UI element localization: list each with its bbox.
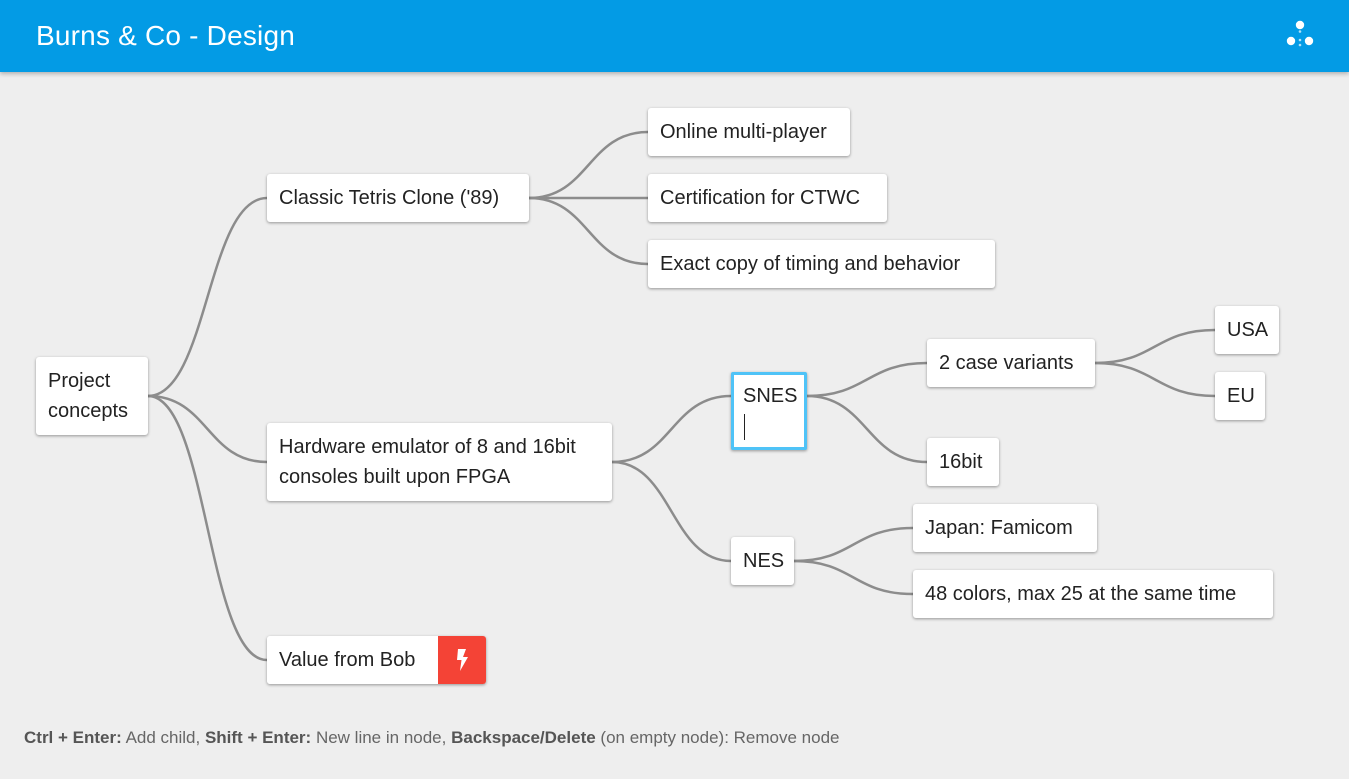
connector-case-usa bbox=[1094, 328, 1216, 365]
connector-root-bob bbox=[147, 394, 268, 662]
node-16bit[interactable]: 16bit bbox=[927, 438, 999, 486]
connector-snes-16bit bbox=[806, 394, 928, 464]
node-certification[interactable]: Certification for CTWC bbox=[648, 174, 887, 222]
connector-nes-colors bbox=[793, 559, 914, 596]
node-tetris[interactable]: Classic Tetris Clone ('89) bbox=[267, 174, 529, 222]
connector-tetris-online bbox=[528, 130, 649, 200]
connector-root-tetris bbox=[147, 196, 268, 398]
bolt-icon[interactable] bbox=[438, 636, 486, 684]
node-case-variants[interactable]: 2 case variants bbox=[927, 339, 1095, 387]
text-caret bbox=[744, 413, 745, 440]
connector-case-eu bbox=[1094, 361, 1216, 398]
hint-remove-key: Backspace/Delete bbox=[451, 728, 596, 747]
node-root[interactable]: Project concepts bbox=[36, 357, 148, 435]
node-online-multiplayer[interactable]: Online multi-player bbox=[648, 108, 850, 156]
app-title: Burns & Co - Design bbox=[36, 20, 296, 51]
node-48-colors[interactable]: 48 colors, max 25 at the same time bbox=[913, 570, 1273, 618]
node-nes[interactable]: NES bbox=[731, 537, 794, 585]
mindmap-canvas[interactable]: Project concepts Classic Tetris Clone ('… bbox=[0, 72, 1349, 779]
node-usa[interactable]: USA bbox=[1215, 306, 1279, 354]
node-exact-copy[interactable]: Exact copy of timing and behavior bbox=[648, 240, 995, 288]
connector-nes-japan bbox=[793, 526, 914, 563]
keyboard-hint: Ctrl + Enter: Add child, Shift + Enter: … bbox=[24, 728, 840, 748]
hint-new-line-text: New line in node, bbox=[311, 728, 452, 747]
connector-hardware-nes bbox=[611, 460, 732, 563]
share-nodes-icon[interactable] bbox=[1282, 18, 1318, 54]
node-eu[interactable]: EU bbox=[1215, 372, 1265, 420]
connector-hardware-snes bbox=[611, 394, 732, 464]
app-bar: Burns & Co - Design bbox=[0, 0, 1349, 72]
hint-new-line-key: Shift + Enter: bbox=[204, 728, 312, 747]
node-hardware[interactable]: Hardware emulator of 8 and 16bit console… bbox=[267, 423, 612, 501]
hint-add-child-key: Ctrl + Enter: bbox=[24, 728, 122, 747]
node-bob[interactable]: Value from Bob bbox=[267, 636, 486, 684]
node-bob-label[interactable]: Value from Bob bbox=[267, 636, 438, 684]
connector-snes-case bbox=[806, 361, 928, 398]
hint-add-child-text: Add child, bbox=[121, 728, 205, 747]
node-snes-editing[interactable]: SNES bbox=[731, 372, 807, 450]
hint-remove-text: (on empty node): Remove node bbox=[595, 728, 840, 747]
node-famicom[interactable]: Japan: Famicom bbox=[913, 504, 1097, 552]
connector-tetris-exact bbox=[528, 196, 649, 266]
node-snes-label[interactable]: SNES bbox=[743, 385, 797, 407]
